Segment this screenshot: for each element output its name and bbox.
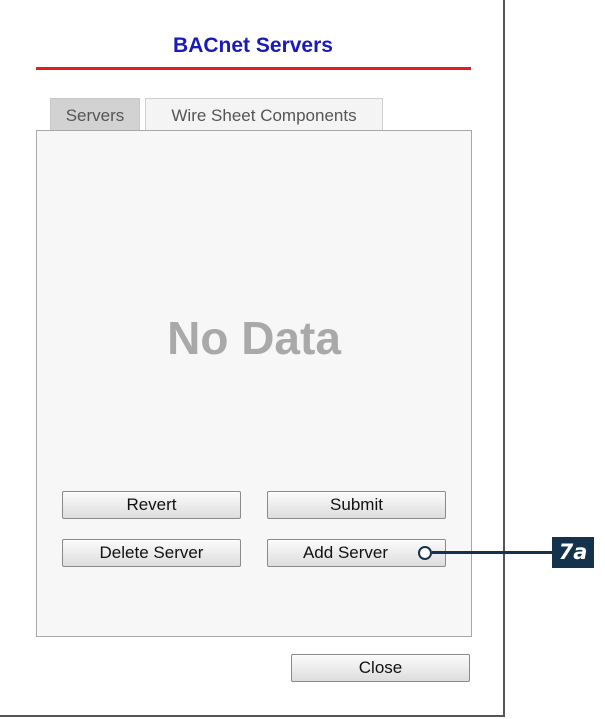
- submit-button[interactable]: Submit: [267, 491, 446, 519]
- bacnet-servers-dialog: BACnet Servers Servers Wire Sheet Compon…: [0, 0, 505, 717]
- delete-server-button[interactable]: Delete Server: [62, 539, 241, 567]
- add-server-label: Add Server: [302, 543, 389, 562]
- tab-wire-sheet-components[interactable]: Wire Sheet Components: [145, 98, 383, 131]
- callout-pointer-icon: [418, 546, 432, 560]
- callout-leader-line: [432, 551, 552, 554]
- tab-servers[interactable]: Servers: [50, 98, 140, 131]
- dialog-title: BACnet Servers: [173, 34, 333, 57]
- callout-badge: 7a: [552, 537, 594, 568]
- close-button[interactable]: Close: [291, 654, 470, 682]
- revert-button[interactable]: Revert: [62, 491, 241, 519]
- no-data-message: No Data: [167, 312, 341, 364]
- title-divider: [36, 67, 471, 70]
